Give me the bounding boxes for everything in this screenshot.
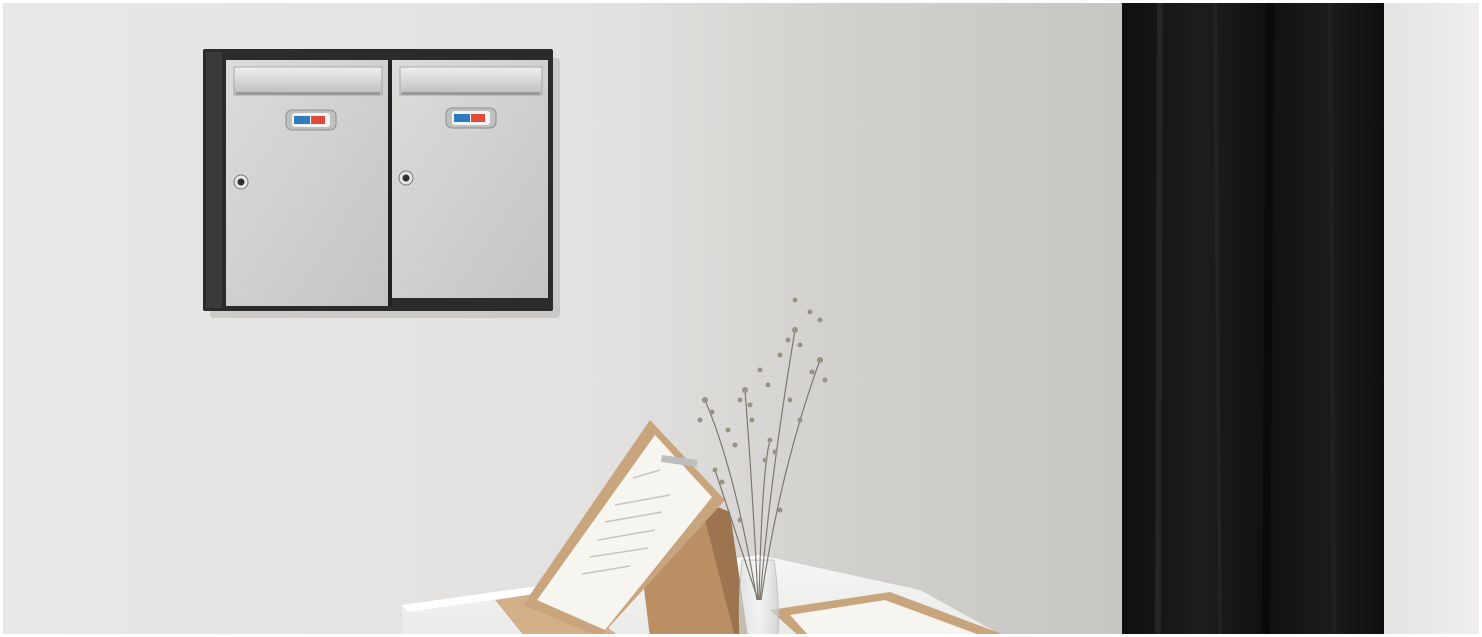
wall	[0, 0, 1125, 637]
mailbox-door-left	[226, 60, 388, 306]
mailbox-unit	[203, 49, 553, 311]
photo-scene	[0, 0, 1482, 637]
right-wall	[1380, 0, 1482, 637]
mailbox-door-right	[392, 60, 548, 298]
black-curtain	[1122, 0, 1384, 637]
